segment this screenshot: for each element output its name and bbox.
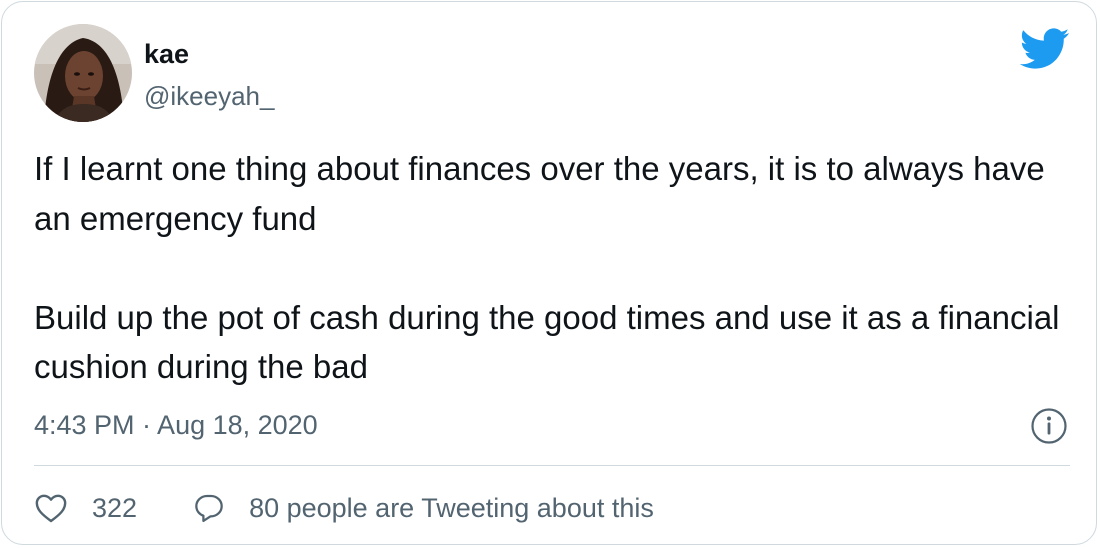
speech-bubble-icon	[195, 494, 223, 523]
info-icon[interactable]	[1030, 407, 1068, 445]
author-name[interactable]: kae	[144, 38, 189, 70]
tweet-paragraph: If I learnt one thing about finances ove…	[34, 150, 1045, 237]
tweet-text: If I learnt one thing about finances ove…	[34, 144, 1074, 392]
divider	[34, 465, 1070, 466]
tweet-paragraph: Build up the pot of cash during the good…	[34, 298, 1060, 386]
author-handle[interactable]: @ikeeyah_	[144, 80, 274, 112]
twitter-bird-icon[interactable]	[1019, 28, 1070, 70]
profile-photo	[34, 24, 132, 122]
tweet-card[interactable]: kae @ikeeyah_ If I learnt one thing abou…	[1, 1, 1097, 545]
reply-button[interactable]: 80 people are Tweeting about this	[193, 492, 654, 524]
like-button[interactable]: 322	[34, 492, 137, 524]
heart-icon	[35, 494, 67, 523]
tweet-timestamp[interactable]: 4:43 PM · Aug 18, 2020	[34, 408, 318, 442]
tweeting-about-text: 80 people are Tweeting about this	[249, 492, 654, 523]
like-count: 322	[92, 492, 138, 523]
tweet-actions: 322 80 people are Tweeting about this	[34, 488, 654, 528]
avatar[interactable]	[34, 24, 132, 122]
